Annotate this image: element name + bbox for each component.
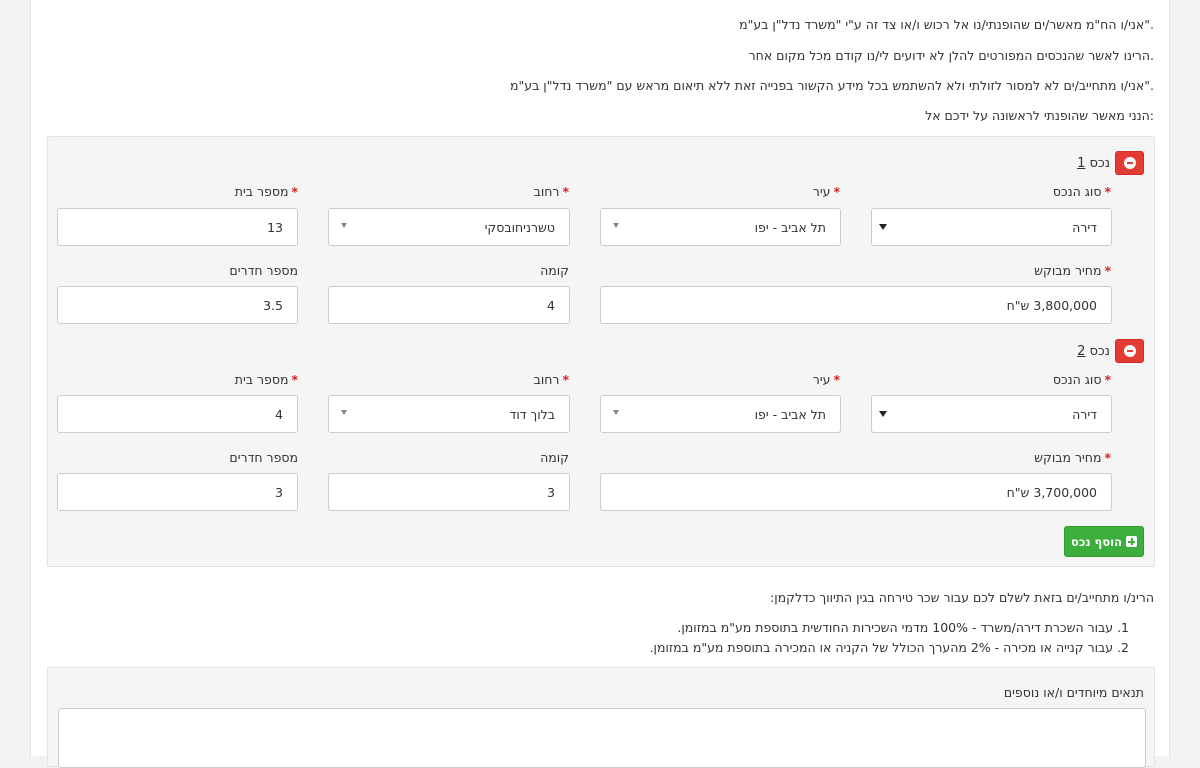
floor-input[interactable]: 3 (328, 473, 570, 511)
property-type-select[interactable]: דירה (871, 208, 1112, 246)
commission-item-2: 2. עבור קנייה או מכירה - 2% מהערך הכולל … (649, 640, 1129, 655)
property-2-title: נכס 2 (1077, 343, 1110, 359)
plus-square-icon (1126, 536, 1137, 547)
special-terms-label: תנאים מיוחדים ו/או נוספים (1003, 685, 1144, 700)
remove-property-2-button[interactable] (1115, 339, 1144, 363)
floor-label: קומה (540, 263, 569, 278)
rooms-label: מספר חדרים (229, 450, 298, 465)
intro-line-2: הרינו לאשר שהנכסים המפורטים להלן לא ידוע… (748, 48, 1154, 63)
add-property-button[interactable]: הוסף נכס (1064, 526, 1144, 557)
floor-label: קומה (540, 450, 569, 465)
commission-item-1: 1. עבור השכרת דירה/משרד - 100% מדמי השכי… (677, 620, 1129, 635)
house-number-label: *מספר בית (234, 372, 298, 387)
property-1-header: נכס 1 (1077, 151, 1144, 175)
remove-property-1-button[interactable] (1115, 151, 1144, 175)
caret-down-icon (613, 223, 619, 228)
city-label: *עיר (812, 184, 840, 199)
properties-panel: נכס 1 *סוג הנכס *עיר *רחוב *מספר בית דיר… (47, 136, 1155, 567)
caret-down-icon (613, 410, 619, 415)
property-type-label: *סוג הנכס (1052, 184, 1111, 199)
special-terms-panel: תנאים מיוחדים ו/או נוספים (47, 667, 1155, 768)
street-select[interactable]: טשרניחובסקי (328, 208, 570, 246)
caret-down-icon (879, 411, 887, 417)
intro-line-3: אני/ו מתחייב/ים לא למסור לזולתי ולא להשת… (510, 78, 1154, 93)
intro-line-4: הנני מאשר שהופנתי לראשונה על ידכם אל: (925, 108, 1154, 123)
asking-price-label: *מחיר מבוקש (1034, 450, 1111, 465)
property-type-select[interactable]: דירה (871, 395, 1112, 433)
caret-down-icon (341, 223, 347, 228)
floor-input[interactable]: 4 (328, 286, 570, 324)
city-label: *עיר (812, 372, 840, 387)
intro-line-1: אני/ו הח"מ מאשר/ים שהופנתי/נו אל רכוש ו/… (739, 17, 1154, 32)
property-2-header: נכס 2 (1077, 339, 1144, 363)
minus-circle-icon (1123, 157, 1136, 169)
city-select[interactable]: תל אביב - יפו (600, 395, 841, 433)
form-page: אני/ו הח"מ מאשר/ים שהופנתי/נו אל רכוש ו/… (30, 0, 1170, 768)
special-terms-textarea[interactable] (58, 708, 1146, 768)
asking-price-input[interactable]: 3,700,000 ש"ח (600, 473, 1112, 511)
caret-down-icon (879, 224, 887, 230)
rooms-input[interactable]: 3 (57, 473, 298, 511)
house-number-input[interactable]: 4 (57, 395, 298, 433)
rooms-label: מספר חדרים (229, 263, 298, 278)
property-type-label: *סוג הנכס (1052, 372, 1111, 387)
street-label: *רחוב (533, 184, 569, 199)
city-select[interactable]: תל אביב - יפו (600, 208, 841, 246)
caret-down-icon (341, 410, 347, 415)
house-number-label: *מספר בית (234, 184, 298, 199)
house-number-input[interactable]: 13 (57, 208, 298, 246)
street-label: *רחוב (533, 372, 569, 387)
street-select[interactable]: בלוך דוד (328, 395, 570, 433)
asking-price-label: *מחיר מבוקש (1034, 263, 1111, 278)
minus-circle-icon (1123, 345, 1136, 357)
rooms-input[interactable]: 3.5 (57, 286, 298, 324)
commission-heading: הרינ/ו מתחייב/ים בזאת לשלם לכם עבור שכר … (770, 590, 1154, 605)
asking-price-input[interactable]: 3,800,000 ש"ח (600, 286, 1112, 324)
property-1-title: נכס 1 (1077, 155, 1110, 171)
